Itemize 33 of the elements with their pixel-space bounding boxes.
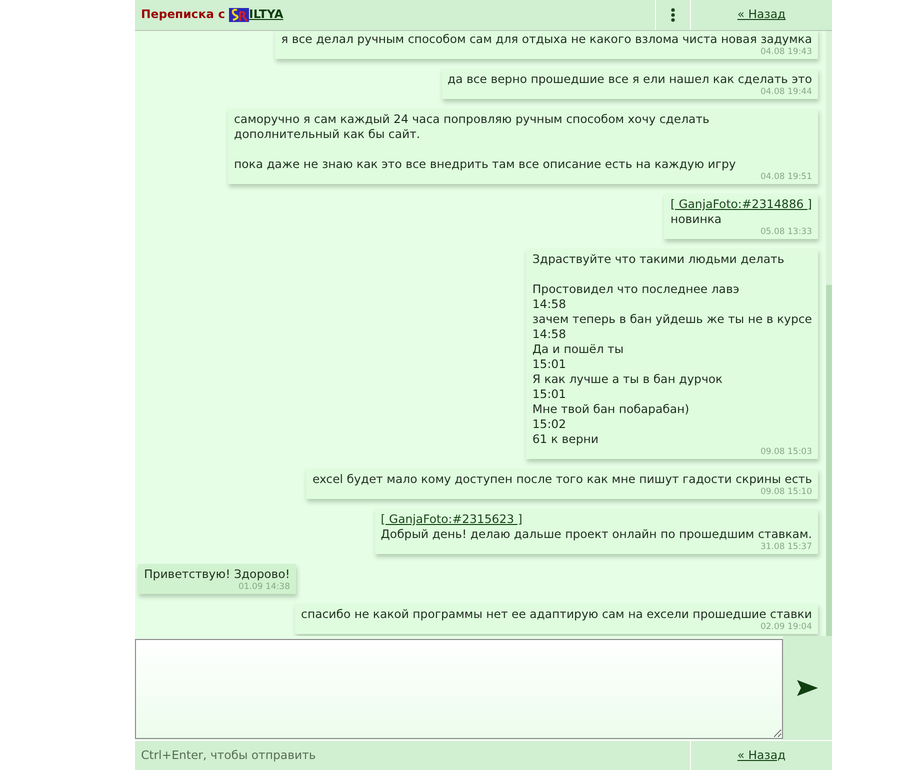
message-text: спасибо не какой программы нет ее адаптирую сам на excели прошедшие ставки [301, 607, 812, 622]
more-menu-icon [671, 8, 675, 22]
message-time: 04.08 19:51 [760, 172, 812, 182]
back-link[interactable]: « Назад [737, 746, 786, 764]
message-time: 02.09 19:04 [760, 622, 812, 632]
message-text: новинка [670, 212, 723, 227]
more-menu-button[interactable] [671, 8, 675, 22]
message-time: 04.08 19:44 [760, 87, 812, 97]
scrollbar-thumb[interactable] [826, 285, 832, 636]
username-link[interactable]: ILTYA [249, 6, 284, 24]
message-time: 05.08 13:33 [760, 227, 812, 237]
message-text: Добрый день! делаю дальше проект онлайн по прошедшим ставкам. [380, 527, 812, 542]
send-icon [797, 680, 818, 696]
message-time: 09.08 15:10 [760, 487, 812, 497]
message-text: Приветствую! Здорово! [144, 567, 290, 582]
message-time: 09.08 15:03 [760, 447, 812, 457]
message-text: я все делал ручным способом сам для отдыха не какого взлома чиста новая задумка [281, 32, 812, 47]
message-time: 31.08 15:37 [760, 542, 812, 552]
back-link[interactable]: « Назад [737, 6, 786, 24]
quote-link[interactable]: [ GanjaFoto:#2314886 ] [670, 197, 812, 212]
message-input[interactable] [135, 639, 783, 739]
message-text: да все верно прошедшие все я ели нашел как сделать это [448, 72, 812, 87]
send-button[interactable] [783, 636, 832, 740]
quote-link[interactable]: [ GanjaFoto:#2315623 ] [380, 512, 522, 527]
message-time: 01.09 14:38 [238, 582, 290, 592]
scrollbar-track[interactable] [826, 31, 832, 636]
message-text: саморучно я сам каждый 24 часа попровляю ручным способом хочу сделать дополнительный как бы сайт. пока даже не знаю как это все внедрить там все описание есть на каждую игру [234, 112, 737, 172]
message-text: excel будет мало кому доступен после того как мне пишут гадости скрины есть [312, 472, 812, 487]
message-time: 04.08 19:43 [760, 47, 812, 57]
message-text: Здраствуйте что такими людьми делать Простовидел что последнее лавэ 14:58 зачем теперь в бан уйдешь же ты не в курсе 14:58 Да и пошёл ты 15:01 Я как лучше а ты в бан дурчок 15:01 Мне твой бан побарабан) 15:02 61 к верни [532, 252, 812, 447]
send-hint: Ctrl+Enter, чтобы отправить [140, 746, 316, 764]
chat-title: Переписка с [141, 6, 226, 24]
user-badge-icon [229, 8, 250, 22]
